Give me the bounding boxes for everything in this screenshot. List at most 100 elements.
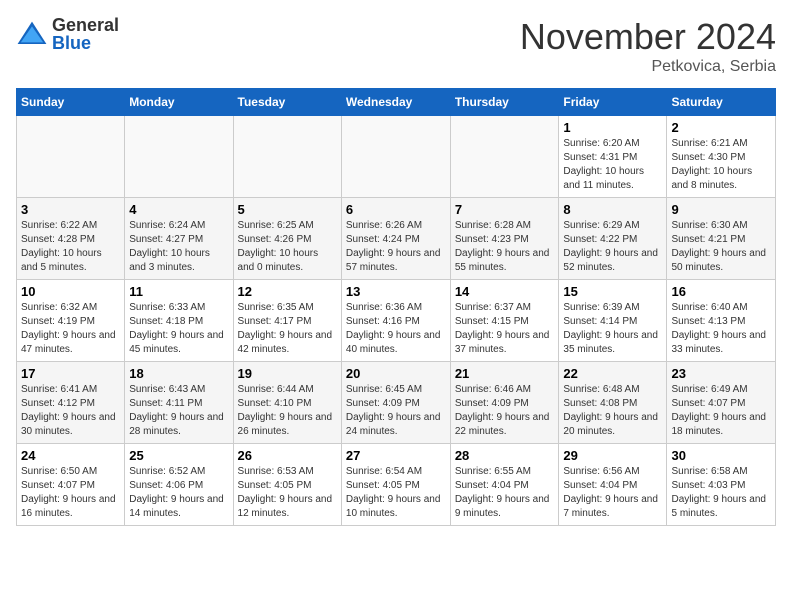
day-number: 24 [21, 448, 120, 463]
calendar-cell [125, 116, 233, 198]
day-number: 23 [671, 366, 771, 381]
day-number: 15 [563, 284, 662, 299]
calendar-cell: 7 Sunrise: 6:28 AM Sunset: 4:23 PM Daylig… [450, 198, 559, 280]
logo-text: General Blue [52, 16, 119, 52]
day-number: 28 [455, 448, 555, 463]
day-info: Sunrise: 6:49 AM Sunset: 4:07 PM Dayligh… [671, 383, 771, 439]
day-number: 6 [346, 202, 446, 217]
calendar-cell [341, 116, 450, 198]
day-number: 2 [671, 120, 771, 135]
day-info: Sunrise: 6:22 AM Sunset: 4:28 PM Dayligh… [21, 219, 120, 275]
weekday-row: SundayMondayTuesdayWednesdayThursdayFrid… [17, 89, 776, 116]
day-number: 18 [129, 366, 228, 381]
calendar-cell: 2 Sunrise: 6:21 AM Sunset: 4:30 PM Daylig… [667, 116, 776, 198]
day-info: Sunrise: 6:45 AM Sunset: 4:09 PM Dayligh… [346, 383, 446, 439]
day-number: 4 [129, 202, 228, 217]
calendar-week: 3 Sunrise: 6:22 AM Sunset: 4:28 PM Daylig… [17, 198, 776, 280]
month-title: November 2024 [520, 16, 776, 58]
day-info: Sunrise: 6:46 AM Sunset: 4:09 PM Dayligh… [455, 383, 555, 439]
logo-blue: Blue [52, 34, 119, 52]
day-info: Sunrise: 6:28 AM Sunset: 4:23 PM Dayligh… [455, 219, 555, 275]
calendar-cell: 12 Sunrise: 6:35 AM Sunset: 4:17 PM Dayli… [233, 280, 341, 362]
day-info: Sunrise: 6:40 AM Sunset: 4:13 PM Dayligh… [671, 301, 771, 357]
calendar-cell: 1 Sunrise: 6:20 AM Sunset: 4:31 PM Daylig… [559, 116, 667, 198]
calendar-cell: 28 Sunrise: 6:55 AM Sunset: 4:04 PM Dayli… [450, 444, 559, 526]
calendar-cell: 11 Sunrise: 6:33 AM Sunset: 4:18 PM Dayli… [125, 280, 233, 362]
calendar-cell: 19Sunrise: 6:44 AM Sunset: 4:10 PM Dayli… [233, 362, 341, 444]
day-info: Sunrise: 6:36 AM Sunset: 4:16 PM Dayligh… [346, 301, 446, 357]
day-info: Sunrise: 6:33 AM Sunset: 4:18 PM Dayligh… [129, 301, 228, 357]
day-number: 29 [563, 448, 662, 463]
day-number: 1 [563, 120, 662, 135]
day-info: Sunrise: 6:21 AM Sunset: 4:30 PM Dayligh… [671, 137, 771, 193]
day-number: 8 [563, 202, 662, 217]
day-number: 12 [238, 284, 337, 299]
calendar-week: 24 Sunrise: 6:50 AM Sunset: 4:07 PM Dayli… [17, 444, 776, 526]
calendar-cell: 27Sunrise: 6:54 AM Sunset: 4:05 PM Dayli… [341, 444, 450, 526]
day-info: Sunrise: 6:20 AM Sunset: 4:31 PM Dayligh… [563, 137, 662, 193]
day-info: Sunrise: 6:29 AM Sunset: 4:22 PM Dayligh… [563, 219, 662, 275]
day-info: Sunrise: 6:52 AM Sunset: 4:06 PM Dayligh… [129, 465, 228, 521]
calendar-cell: 25Sunrise: 6:52 AM Sunset: 4:06 PM Dayli… [125, 444, 233, 526]
day-number: 21 [455, 366, 555, 381]
day-info: Sunrise: 6:56 AM Sunset: 4:04 PM Dayligh… [563, 465, 662, 521]
logo-general: General [52, 16, 119, 34]
calendar-cell: 22 Sunrise: 6:48 AM Sunset: 4:08 PM Dayli… [559, 362, 667, 444]
day-number: 5 [238, 202, 337, 217]
calendar-week: 10 Sunrise: 6:32 AM Sunset: 4:19 PM Dayli… [17, 280, 776, 362]
weekday-header: Tuesday [233, 89, 341, 116]
calendar-week: 1 Sunrise: 6:20 AM Sunset: 4:31 PM Daylig… [17, 116, 776, 198]
calendar-cell [233, 116, 341, 198]
calendar-cell: 17 Sunrise: 6:41 AM Sunset: 4:12 PM Dayli… [17, 362, 125, 444]
day-info: Sunrise: 6:44 AM Sunset: 4:10 PM Dayligh… [238, 383, 337, 439]
day-info: Sunrise: 6:25 AM Sunset: 4:26 PM Dayligh… [238, 219, 337, 275]
day-number: 3 [21, 202, 120, 217]
weekday-header: Saturday [667, 89, 776, 116]
weekday-header: Wednesday [341, 89, 450, 116]
day-info: Sunrise: 6:30 AM Sunset: 4:21 PM Dayligh… [671, 219, 771, 275]
day-info: Sunrise: 6:53 AM Sunset: 4:05 PM Dayligh… [238, 465, 337, 521]
calendar-cell: 30 Sunrise: 6:58 AM Sunset: 4:03 PM Dayli… [667, 444, 776, 526]
day-info: Sunrise: 6:32 AM Sunset: 4:19 PM Dayligh… [21, 301, 120, 357]
location: Petkovica, Serbia [520, 58, 776, 76]
calendar: SundayMondayTuesdayWednesdayThursdayFrid… [16, 88, 776, 526]
day-number: 14 [455, 284, 555, 299]
calendar-cell: 23 Sunrise: 6:49 AM Sunset: 4:07 PM Dayli… [667, 362, 776, 444]
day-number: 7 [455, 202, 555, 217]
day-info: Sunrise: 6:43 AM Sunset: 4:11 PM Dayligh… [129, 383, 228, 439]
day-number: 27 [346, 448, 446, 463]
day-info: Sunrise: 6:26 AM Sunset: 4:24 PM Dayligh… [346, 219, 446, 275]
calendar-cell [450, 116, 559, 198]
day-number: 10 [21, 284, 120, 299]
day-info: Sunrise: 6:55 AM Sunset: 4:04 PM Dayligh… [455, 465, 555, 521]
day-info: Sunrise: 6:50 AM Sunset: 4:07 PM Dayligh… [21, 465, 120, 521]
day-info: Sunrise: 6:35 AM Sunset: 4:17 PM Dayligh… [238, 301, 337, 357]
calendar-cell: 26 Sunrise: 6:53 AM Sunset: 4:05 PM Dayli… [233, 444, 341, 526]
calendar-cell [17, 116, 125, 198]
calendar-cell: 21 Sunrise: 6:46 AM Sunset: 4:09 PM Dayli… [450, 362, 559, 444]
calendar-cell: 14Sunrise: 6:37 AM Sunset: 4:15 PM Dayli… [450, 280, 559, 362]
day-number: 11 [129, 284, 228, 299]
calendar-header: SundayMondayTuesdayWednesdayThursdayFrid… [17, 89, 776, 116]
calendar-cell: 8 Sunrise: 6:29 AM Sunset: 4:22 PM Daylig… [559, 198, 667, 280]
calendar-cell: 18 Sunrise: 6:43 AM Sunset: 4:11 PM Dayli… [125, 362, 233, 444]
calendar-cell: 10 Sunrise: 6:32 AM Sunset: 4:19 PM Dayli… [17, 280, 125, 362]
calendar-cell: 15Sunrise: 6:39 AM Sunset: 4:14 PM Dayli… [559, 280, 667, 362]
calendar-cell: 5 Sunrise: 6:25 AM Sunset: 4:26 PM Daylig… [233, 198, 341, 280]
weekday-header: Thursday [450, 89, 559, 116]
calendar-cell: 3 Sunrise: 6:22 AM Sunset: 4:28 PM Daylig… [17, 198, 125, 280]
day-number: 22 [563, 366, 662, 381]
calendar-cell: 6 Sunrise: 6:26 AM Sunset: 4:24 PM Daylig… [341, 198, 450, 280]
day-info: Sunrise: 6:48 AM Sunset: 4:08 PM Dayligh… [563, 383, 662, 439]
day-number: 30 [671, 448, 771, 463]
weekday-header: Monday [125, 89, 233, 116]
day-number: 20 [346, 366, 446, 381]
title-block: November 2024 Petkovica, Serbia [520, 16, 776, 76]
calendar-cell: 13Sunrise: 6:36 AM Sunset: 4:16 PM Dayli… [341, 280, 450, 362]
day-number: 17 [21, 366, 120, 381]
day-info: Sunrise: 6:58 AM Sunset: 4:03 PM Dayligh… [671, 465, 771, 521]
day-number: 26 [238, 448, 337, 463]
calendar-cell: 24 Sunrise: 6:50 AM Sunset: 4:07 PM Dayli… [17, 444, 125, 526]
weekday-header: Friday [559, 89, 667, 116]
day-info: Sunrise: 6:41 AM Sunset: 4:12 PM Dayligh… [21, 383, 120, 439]
